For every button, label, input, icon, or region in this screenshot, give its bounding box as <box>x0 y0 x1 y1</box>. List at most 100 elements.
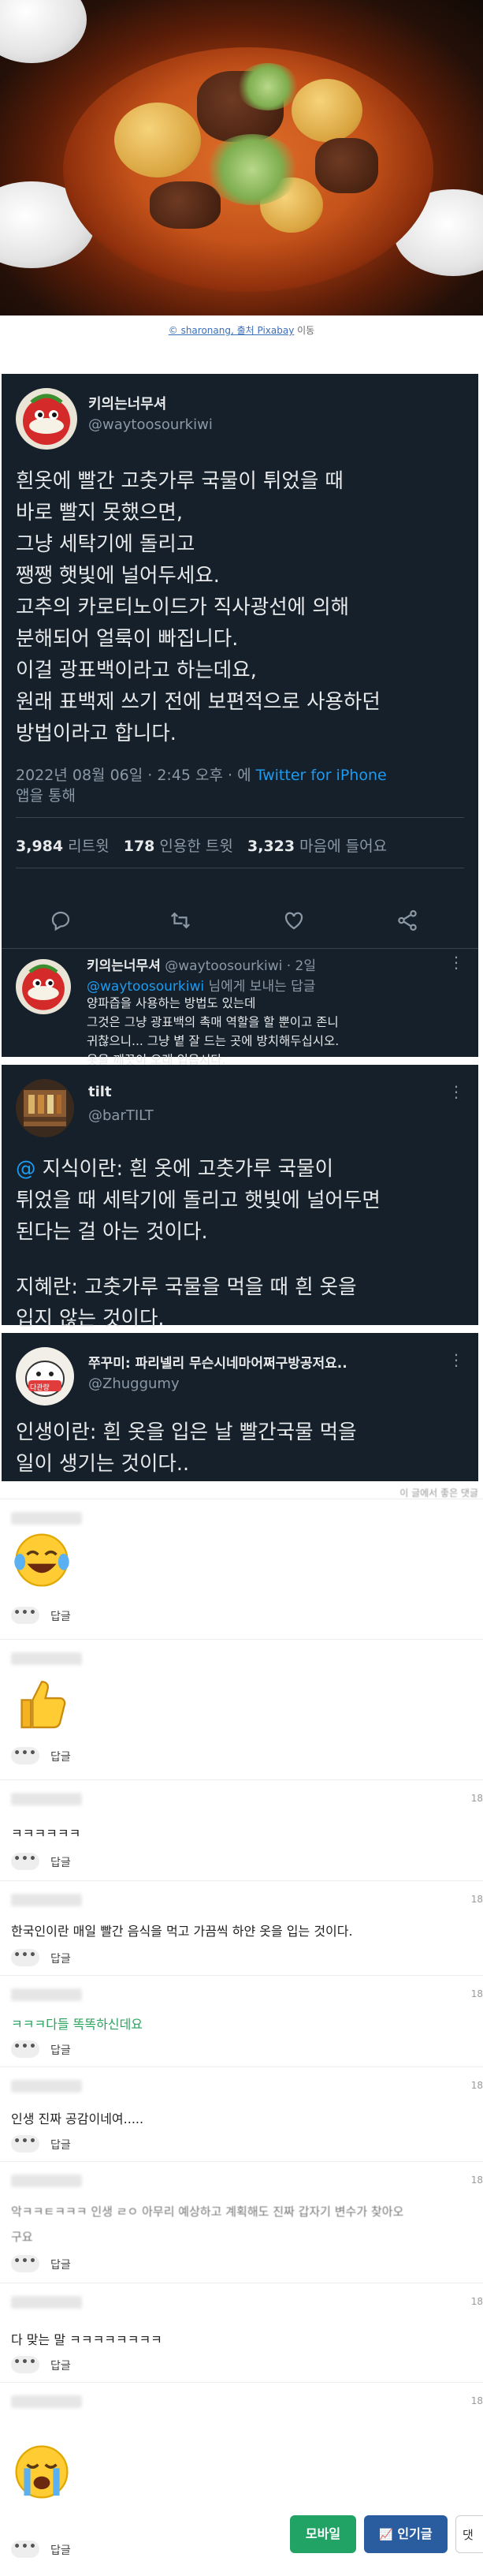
comment-author[interactable] <box>11 1652 82 1665</box>
comment-item: 18 다 맞는 말 ㅋㅋㅋㅋㅋㅋㅋㅋ ••• 답글 <box>0 2283 483 2382</box>
tweet-actions <box>2 896 478 948</box>
comment-author[interactable] <box>11 2175 82 2187</box>
comment-date: 18 <box>470 2080 483 2091</box>
author-name[interactable]: tilt <box>88 1084 112 1100</box>
comment-item: 18 한국인이란 매일 빨간 음식을 먹고 가끔씩 하얀 옷을 입는 것이다. … <box>0 1880 483 1975</box>
mention-link[interactable]: @ <box>16 1157 36 1181</box>
reply-text: 양파즙을 사용하는 방법도 있는데 그것은 그냥 광표백의 촉매 역할을 할 뿐… <box>87 994 339 1070</box>
author-handle[interactable]: @barTILT <box>88 1107 154 1124</box>
tweet-line: 그냥 세탁기에 돌리고 <box>16 532 195 556</box>
like-icon[interactable] <box>282 909 306 932</box>
tweet-stats: 3,984 리트윗 178 인용한 트윗 3,323 마음에 들어요 <box>16 834 387 856</box>
reply-author-name[interactable]: 키의는너무셔 <box>87 958 161 974</box>
comment-date: 18 <box>470 2175 483 2186</box>
tweet-text: 인생이란: 흰 옷을 입은 날 빨간국물 먹을 일이 생기는 것이다.. <box>16 1417 357 1480</box>
avatar-badge: 다관량 <box>30 1384 50 1392</box>
tweet-client-link[interactable]: Twitter for iPhone <box>256 767 387 784</box>
comment-more-button[interactable]: ••• <box>11 1607 39 1624</box>
comment-author[interactable] <box>11 1988 82 2001</box>
reply-line: 그것은 그냥 광표백의 촉매 역할을 할 뿐이고 존니 <box>87 1015 339 1029</box>
avatar-kiwi <box>16 388 77 450</box>
comment-more-button[interactable]: ••• <box>11 2040 39 2058</box>
popular-posts-label: 인기글 <box>397 2526 433 2541</box>
comment-text: 악ㅋㅋㅌㅋㅋㅋ 인생 ㄹㅇ 아무리 예상하고 계획해도 진짜 갑자기 변수가 찾… <box>11 2205 404 2219</box>
tweet-card-zhuggumy: 다관량 쭈꾸미: 파리넬리 무슨시네마어쩌구방공저요.. @Zhuggumy ⋮… <box>2 1333 478 1481</box>
divider <box>16 817 464 818</box>
author-handle[interactable]: @waytoosourkiwi <box>88 416 213 433</box>
tweet-line: 된다는 걸 아는 것이다. <box>16 1220 208 1244</box>
comment-item: 18 ㅋㅋㅋㅋㅋㅋ ••• 답글 <box>0 1779 483 1880</box>
thumbs-up-emoji <box>20 1681 66 1729</box>
retweet-label: 리트윗 <box>63 838 110 855</box>
comment-more-button[interactable]: ••• <box>11 2541 39 2558</box>
reply-line: 양파즙을 사용하는 방법도 있는데 <box>87 996 256 1010</box>
tweet-line: 지혜란: 고춧가루 국물을 먹을 때 흰 옷을 <box>16 1275 357 1299</box>
comment-reply-button[interactable]: 답글 <box>50 2257 71 2272</box>
tweet-card-tilt: tilt @barTILT ⋮ @ 지식이란: 흰 옷에 고춧가루 국물이 튀었… <box>2 1065 478 1331</box>
comment-button[interactable]: 댓 <box>455 2515 483 2553</box>
comment-author[interactable] <box>11 2296 82 2309</box>
comment-text: ㅋㅋㅋ다들 똑똑하신데요 <box>11 2017 143 2032</box>
comment-more-button[interactable]: ••• <box>11 1853 39 1870</box>
more-icon[interactable]: ⋮ <box>448 953 464 972</box>
retweet-count[interactable]: 3,984 <box>16 838 63 855</box>
quote-count[interactable]: 178 <box>124 838 155 855</box>
popular-posts-button[interactable]: 📈 인기글 <box>364 2515 448 2553</box>
tweet-line: 이걸 광표백이라고 하는데요, <box>16 659 257 682</box>
more-icon[interactable]: ⋮ <box>448 1082 464 1101</box>
comment-item: 18 인생 진짜 공감이네여..... ••• 답글 <box>0 2066 483 2161</box>
avatar-kiwi <box>16 959 71 1014</box>
comment-date: 18 <box>470 2296 483 2307</box>
comment-author[interactable] <box>11 1512 82 1525</box>
mobile-view-button[interactable]: 모바일 <box>290 2515 356 2553</box>
chart-icon: 📈 <box>379 2529 393 2541</box>
comment-item: ••• 답글 <box>0 1639 483 1779</box>
comment-more-button[interactable]: ••• <box>11 1949 39 1966</box>
comment-author[interactable] <box>11 2080 82 2093</box>
photo-caption: © sharonang, 출처 Pixabay 이동 <box>0 323 483 337</box>
comment-more-button[interactable]: ••• <box>11 2356 39 2373</box>
comment-more-button[interactable]: ••• <box>11 2255 39 2272</box>
food-photo <box>0 0 483 315</box>
laughing-crying-emoji <box>14 1533 69 1587</box>
tweet-line: 튀었을 때 세탁기에 돌리고 햇빛에 널어두면 <box>16 1189 381 1212</box>
comment-reply-button[interactable]: 답글 <box>50 2358 71 2373</box>
comment-reply-button[interactable]: 답글 <box>50 1608 71 1624</box>
like-count[interactable]: 3,323 <box>247 838 295 855</box>
more-icon[interactable]: ⋮ <box>448 1350 464 1369</box>
comment-reply-button[interactable]: 답글 <box>50 2542 71 2558</box>
comment-more-button[interactable]: ••• <box>11 1747 39 1764</box>
side-dish-bowl <box>0 0 87 63</box>
photo-credit-link[interactable]: © sharonang, 출처 Pixabay <box>169 325 295 336</box>
tweet-text: 흰옷에 빨간 고춧가루 국물이 튀었을 때 바로 빨지 못했으면, 그냥 세탁기… <box>16 465 381 749</box>
reply-author-handle[interactable]: @waytoosourkiwi · 2일 <box>165 958 316 974</box>
reply-to-handle[interactable]: @waytoosourkiwi <box>87 979 204 995</box>
comment-more-button[interactable]: ••• <box>11 2135 39 2152</box>
comment-author[interactable] <box>11 2395 82 2408</box>
comment-reply-button[interactable]: 답글 <box>50 1854 71 1870</box>
reply-icon[interactable] <box>49 909 72 932</box>
share-icon[interactable] <box>396 909 419 932</box>
author-name[interactable]: 키의는너무셔 <box>88 393 166 413</box>
meat <box>315 138 378 193</box>
comment-date: 18 <box>470 2395 483 2406</box>
comment-reply-button[interactable]: 답글 <box>50 2137 71 2152</box>
comment-author[interactable] <box>11 1793 82 1805</box>
author-name[interactable]: 쭈꾸미: 파리넬리 무슨시네마어쩌구방공저요.. <box>88 1352 347 1372</box>
tweet-line: 입지 않는 것이다. <box>16 1307 165 1331</box>
reply-to: @waytoosourkiwi 님에게 보내는 답글 <box>87 975 315 995</box>
tweet-line: 흰옷에 빨간 고춧가루 국물이 튀었을 때 <box>16 469 344 493</box>
author-handle[interactable]: @Zhuggumy <box>88 1376 180 1392</box>
tweet-via: 앱을 통해 <box>16 787 76 805</box>
tweet-timestamp: 2022년 08월 06일 · 2:45 오후 · 에 Twitter for … <box>16 763 387 785</box>
comment-reply-button[interactable]: 답글 <box>50 2042 71 2058</box>
comment-text: ㅋㅋㅋㅋㅋㅋ <box>11 1826 81 1841</box>
reply-header: 키의는너무셔 @waytoosourkiwi · 2일 <box>87 954 316 974</box>
comment-author[interactable] <box>11 1894 82 1906</box>
like-label: 마음에 들어요 <box>295 838 388 855</box>
comment-reply-button[interactable]: 답글 <box>50 1749 71 1764</box>
comment-text: 한국인이란 매일 빨간 음식을 먹고 가끔씩 하얀 옷을 입는 것이다. <box>11 1924 353 1939</box>
comment-reply-button[interactable]: 답글 <box>50 1951 71 1966</box>
retweet-icon[interactable] <box>169 909 192 932</box>
potato <box>292 79 362 142</box>
